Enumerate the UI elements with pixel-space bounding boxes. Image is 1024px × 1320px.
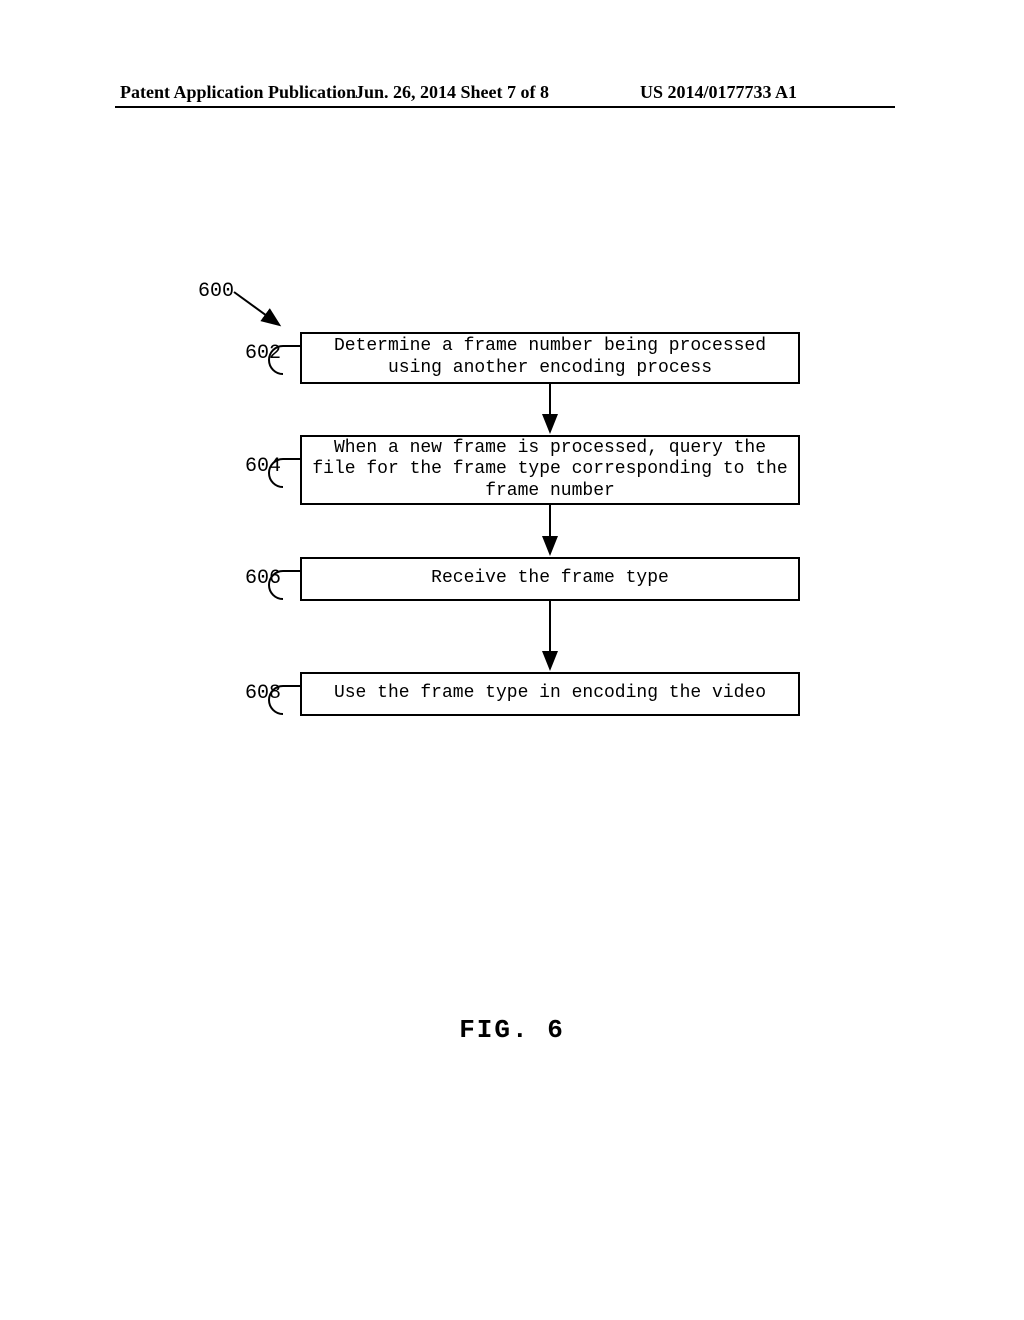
header-publication-number: US 2014/0177733 A1 bbox=[640, 82, 797, 103]
header-publication-type: Patent Application Publication bbox=[120, 82, 356, 103]
header-date-sheet: Jun. 26, 2014 Sheet 7 of 8 bbox=[355, 82, 549, 103]
lead-line-604 bbox=[269, 459, 283, 487]
lead-line-602 bbox=[269, 346, 283, 374]
flowchart-connectors bbox=[0, 280, 1024, 780]
page: Patent Application Publication Jun. 26, … bbox=[0, 0, 1024, 1320]
lead-line-600 bbox=[234, 292, 278, 324]
figure-caption: FIG. 6 bbox=[0, 1015, 1024, 1045]
lead-line-608 bbox=[269, 686, 283, 714]
lead-line-606 bbox=[269, 571, 283, 599]
header-rule bbox=[115, 106, 895, 108]
